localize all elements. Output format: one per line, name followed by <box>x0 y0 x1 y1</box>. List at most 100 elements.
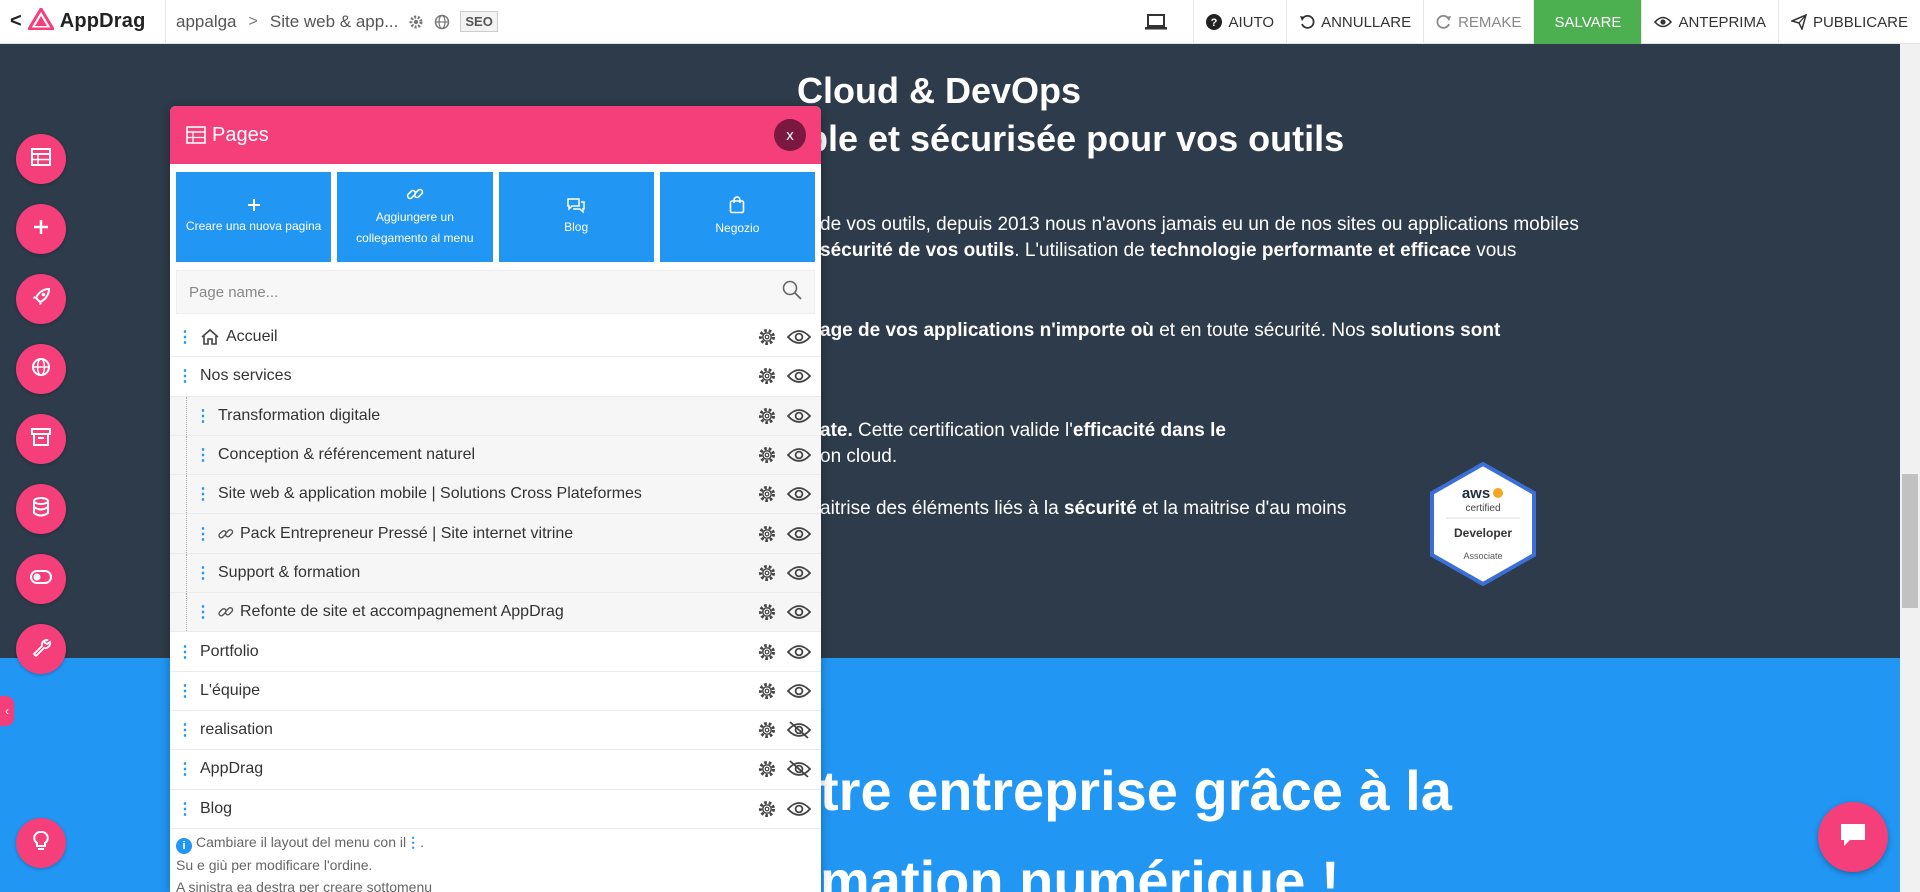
page-row-label[interactable]: Conception & référencement naturel <box>218 446 757 464</box>
drag-handle-icon[interactable]: ⋮ <box>188 484 218 504</box>
toggle-settings-button[interactable] <box>16 554 66 604</box>
gear-icon[interactable] <box>757 327 777 347</box>
page-row[interactable]: ⋮ Support & formation <box>170 553 821 594</box>
tips-button[interactable] <box>16 818 66 868</box>
drag-handle-icon[interactable]: ⋮ <box>188 524 218 544</box>
eye-off-icon[interactable] <box>787 721 811 739</box>
device-preview-button[interactable] <box>1125 0 1193 44</box>
page-row-label[interactable]: realisation <box>200 721 757 739</box>
drag-handle-icon[interactable]: ⋮ <box>170 642 200 662</box>
page-row-label[interactable]: Refonte de site et accompagnement AppDra… <box>240 603 757 621</box>
redo-button[interactable]: REMAKE <box>1423 0 1533 44</box>
undo-button[interactable]: ANNULLARE <box>1286 0 1423 44</box>
close-button[interactable]: x <box>774 119 806 151</box>
gear-icon[interactable] <box>408 14 424 30</box>
pages-tool-button[interactable] <box>16 134 66 184</box>
drag-handle-icon[interactable]: ⋮ <box>188 563 218 583</box>
database-button[interactable] <box>16 484 66 534</box>
eye-icon[interactable] <box>787 644 811 660</box>
eye-icon[interactable] <box>787 604 811 620</box>
page-row-label[interactable]: AppDrag <box>200 760 757 778</box>
page-row-label[interactable]: Site web & application mobile | Solution… <box>218 485 757 503</box>
page-row[interactable]: ⋮ Portfolio <box>170 632 821 672</box>
page-row[interactable]: ⋮ realisation <box>170 711 821 751</box>
drag-handle-icon[interactable]: ⋮ <box>170 799 200 819</box>
page-row-label[interactable]: L'équipe <box>200 682 757 700</box>
drag-handle-icon[interactable]: ⋮ <box>188 406 218 426</box>
gear-icon[interactable] <box>757 759 777 779</box>
gear-icon[interactable] <box>757 681 777 701</box>
domain-button[interactable] <box>16 344 66 394</box>
page-scrollbar-thumb[interactable] <box>1902 474 1918 608</box>
gear-icon[interactable] <box>757 602 777 622</box>
drag-handle-icon[interactable]: ⋮ <box>170 681 200 701</box>
archive-button[interactable] <box>16 414 66 464</box>
page-search-input[interactable] <box>189 283 782 301</box>
drag-handle-icon[interactable]: ⋮ <box>170 366 200 386</box>
collapse-sidebar-tab[interactable]: ‹ <box>0 696 14 726</box>
globe-icon[interactable] <box>434 14 450 30</box>
page-row[interactable]: ⋮ Pack Entrepreneur Pressé | Site interne… <box>170 514 821 554</box>
page-row[interactable]: ⋮ Refonte de site et accompagnement AppDr… <box>170 593 821 633</box>
add-menu-link-button[interactable]: Aggiungere un collegamento al menu <box>337 172 493 262</box>
gear-icon[interactable] <box>757 366 777 386</box>
publish-button[interactable]: PUBBLICARE <box>1777 0 1920 44</box>
page-row-label[interactable]: Nos services <box>200 367 757 385</box>
page-row[interactable]: ⋮ L'équipe <box>170 672 821 711</box>
drag-handle-icon[interactable]: ⋮ <box>170 720 200 740</box>
seo-button[interactable]: SEO <box>460 11 498 32</box>
tree-line <box>186 435 187 475</box>
page-row-label[interactable]: Blog <box>200 800 757 818</box>
page-row-label[interactable]: Accueil <box>226 328 757 346</box>
eye-icon[interactable] <box>787 368 811 384</box>
search-icon[interactable] <box>782 280 802 305</box>
app-logo[interactable]: < AppDrag <box>0 0 166 44</box>
gear-icon[interactable] <box>757 406 777 426</box>
page-row[interactable]: ⋮ Conception & référencement naturel <box>170 435 821 476</box>
gear-icon[interactable] <box>757 524 777 544</box>
page-row[interactable]: ⋮ AppDrag <box>170 750 821 790</box>
page-row[interactable]: ⋮ Blog <box>170 790 821 829</box>
drag-handle-icon[interactable]: ⋮ <box>170 327 200 347</box>
page-row-label[interactable]: Portfolio <box>200 643 757 661</box>
eye-off-icon[interactable] <box>787 760 811 779</box>
add-element-button[interactable] <box>16 204 66 254</box>
eye-icon[interactable] <box>787 683 811 699</box>
page-row-label[interactable]: Pack Entrepreneur Pressé | Site internet… <box>240 525 757 543</box>
eye-icon[interactable] <box>787 408 811 424</box>
eye-icon[interactable] <box>787 801 811 817</box>
gear-icon[interactable] <box>757 720 777 740</box>
eye-icon[interactable] <box>787 329 811 345</box>
page-row-label[interactable]: Support & formation <box>218 564 757 582</box>
help-button[interactable]: ? AIUTO <box>1193 0 1286 44</box>
eye-icon[interactable] <box>787 565 811 581</box>
drag-handle-icon[interactable]: ⋮ <box>170 759 200 779</box>
breadcrumb-page[interactable]: Site web & app... <box>270 12 399 32</box>
gear-icon[interactable] <box>757 445 777 465</box>
chat-button[interactable] <box>1818 802 1888 872</box>
drag-handle-icon[interactable]: ⋮ <box>188 602 218 622</box>
back-icon[interactable]: < <box>10 10 22 33</box>
page-scrollbar[interactable] <box>1900 44 1920 892</box>
shop-button[interactable]: Negozio <box>659 172 815 262</box>
page-row[interactable]: ⋮ Accueil <box>170 318 821 358</box>
save-button[interactable]: SALVARE <box>1533 0 1642 44</box>
gear-icon[interactable] <box>757 484 777 504</box>
launch-button[interactable] <box>16 274 66 324</box>
breadcrumb-project[interactable]: appalga <box>176 12 237 32</box>
page-row[interactable]: ⋮ Nos services <box>170 357 821 397</box>
drag-handle-icon[interactable]: ⋮ <box>188 445 218 465</box>
gear-icon[interactable] <box>757 799 777 819</box>
eye-icon[interactable] <box>787 486 811 502</box>
gear-icon[interactable] <box>757 642 777 662</box>
page-row-label[interactable]: Transformation digitale <box>218 407 757 425</box>
blog-button[interactable]: Blog <box>498 172 654 262</box>
eye-icon[interactable] <box>787 447 811 463</box>
preview-button[interactable]: ANTEPRIMA <box>1641 0 1778 44</box>
tools-button[interactable] <box>16 624 66 674</box>
gear-icon[interactable] <box>757 563 777 583</box>
page-row[interactable]: ⋮ Transformation digitale <box>170 396 821 436</box>
create-page-button[interactable]: Creare una nuova pagina <box>176 172 332 262</box>
page-row[interactable]: ⋮ Site web & application mobile | Solutio… <box>170 475 821 515</box>
eye-icon[interactable] <box>787 526 811 542</box>
